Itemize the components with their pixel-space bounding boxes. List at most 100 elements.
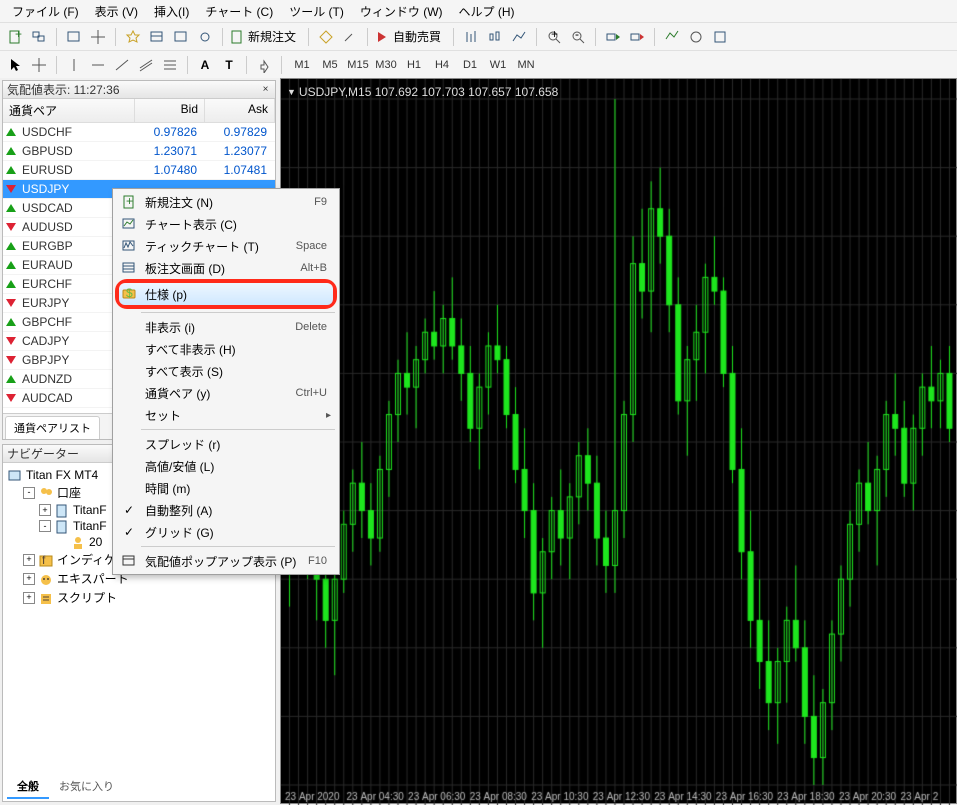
menu-chart[interactable]: チャート (C) xyxy=(197,1,281,22)
context-item[interactable]: 自動整列 (A) xyxy=(115,499,337,521)
context-item[interactable]: 非表示 (i)Delete xyxy=(115,316,337,338)
cursor-button[interactable] xyxy=(4,54,26,75)
vline-button[interactable] xyxy=(63,54,85,75)
hline-button[interactable] xyxy=(87,54,109,75)
line-chart-icon xyxy=(511,29,527,45)
tester-button[interactable] xyxy=(194,26,216,47)
panel-close-button[interactable]: × xyxy=(259,83,272,96)
zoom-out-button[interactable]: - xyxy=(567,26,589,47)
arrows-button[interactable] xyxy=(253,54,275,75)
check-icon xyxy=(119,525,139,539)
line-chart-button[interactable] xyxy=(508,26,530,47)
chart-icon xyxy=(119,216,139,232)
context-label: 仕様 (p) xyxy=(139,286,333,303)
channel-button[interactable] xyxy=(135,54,157,75)
context-accelerator: F10 xyxy=(308,555,333,567)
timeframe-m5[interactable]: M5 xyxy=(316,55,344,75)
context-item[interactable]: グリッド (G) xyxy=(115,521,337,543)
timeframe-m15[interactable]: M15 xyxy=(344,55,372,75)
col-symbol[interactable]: 通貨ペア xyxy=(3,99,135,122)
context-item[interactable]: 高値/安値 (L) xyxy=(115,455,337,477)
market-watch-button[interactable] xyxy=(63,26,85,47)
tab-symbol-list[interactable]: 通貨ペアリスト xyxy=(5,416,100,439)
auto-scroll-button[interactable] xyxy=(602,26,624,47)
context-item[interactable]: +新規注文 (N)F9 xyxy=(115,191,337,213)
context-item[interactable]: 気配値ポップアップ表示 (P)F10 xyxy=(115,550,337,572)
separator xyxy=(453,28,454,46)
crosshair-button[interactable] xyxy=(87,26,109,47)
context-item[interactable]: すべて表示 (S) xyxy=(115,360,337,382)
tree-expander[interactable]: - xyxy=(39,520,51,532)
chart-shift-button[interactable] xyxy=(626,26,648,47)
doc-icon xyxy=(54,519,70,533)
tab-general[interactable]: 全般 xyxy=(7,775,49,799)
symbol-row-usdchf[interactable]: USDCHF0.978260.97829 xyxy=(3,123,275,142)
data-window-button[interactable] xyxy=(146,26,168,47)
crosshair2-button[interactable] xyxy=(28,54,50,75)
symbol-label: USDCHF xyxy=(22,125,72,139)
bar-chart-button[interactable] xyxy=(460,26,482,47)
context-label: すべて非表示 (H) xyxy=(139,341,333,358)
timeframe-h1[interactable]: H1 xyxy=(400,55,428,75)
context-accelerator: Space xyxy=(296,240,333,252)
menu-insert[interactable]: 挿入(I) xyxy=(146,1,197,22)
candle-chart-button[interactable] xyxy=(484,26,506,47)
text-label-button[interactable]: T xyxy=(218,54,240,75)
menu-view[interactable]: 表示 (V) xyxy=(87,1,146,22)
timeframe-w1[interactable]: W1 xyxy=(484,55,512,75)
indicators-button[interactable] xyxy=(661,26,683,47)
terminal-button[interactable] xyxy=(170,26,192,47)
menu-file[interactable]: ファイル (F) xyxy=(4,1,87,22)
trendline-button[interactable] xyxy=(111,54,133,75)
templates-button[interactable] xyxy=(709,26,731,47)
zoom-in-button[interactable]: + xyxy=(543,26,565,47)
meta-editor-button[interactable] xyxy=(315,26,337,47)
context-item[interactable]: $仕様 (p) xyxy=(115,279,337,309)
col-bid[interactable]: Bid xyxy=(135,99,205,122)
context-item[interactable]: スプレッド (r) xyxy=(115,433,337,455)
menu-tool[interactable]: ツール (T) xyxy=(281,1,352,22)
menu-window[interactable]: ウィンドウ (W) xyxy=(352,1,451,22)
nav-button[interactable] xyxy=(122,26,144,47)
document-plus-icon: + xyxy=(7,29,23,45)
context-item[interactable]: セット xyxy=(115,404,337,426)
timeframe-mn[interactable]: MN xyxy=(512,55,540,75)
tree-item[interactable]: +スクリプト xyxy=(7,588,271,607)
arrow-down-icon xyxy=(5,392,19,404)
periods-button[interactable] xyxy=(685,26,707,47)
arrow-up-icon xyxy=(5,373,19,385)
tree-expander[interactable]: - xyxy=(23,487,35,499)
tree-expander[interactable]: + xyxy=(23,573,35,585)
timeframe-m30[interactable]: M30 xyxy=(372,55,400,75)
separator xyxy=(595,28,596,46)
tree-expander[interactable]: + xyxy=(23,592,35,604)
tab-favorites[interactable]: お気に入り xyxy=(49,775,124,799)
auto-trading-button[interactable]: 自動売買 xyxy=(374,28,447,45)
context-item[interactable]: チャート表示 (C) xyxy=(115,213,337,235)
profiles-button[interactable] xyxy=(28,26,50,47)
context-item[interactable]: すべて非表示 (H) xyxy=(115,338,337,360)
text-button[interactable]: A xyxy=(194,54,216,75)
context-item[interactable]: 通貨ペア (y)Ctrl+U xyxy=(115,382,337,404)
symbol-row-eurusd[interactable]: EURUSD1.074801.07481 xyxy=(3,161,275,180)
candlestick-chart[interactable] xyxy=(281,79,957,805)
tree-expander[interactable]: + xyxy=(23,554,35,566)
symbol-row-gbpusd[interactable]: GBPUSD1.230711.23077 xyxy=(3,142,275,161)
new-order-button[interactable]: 新規注文 xyxy=(229,28,302,45)
context-item[interactable]: 板注文画面 (D)Alt+B xyxy=(115,257,337,279)
col-ask[interactable]: Ask xyxy=(205,99,275,122)
timeframe-h4[interactable]: H4 xyxy=(428,55,456,75)
context-item[interactable]: 時間 (m) xyxy=(115,477,337,499)
timeframe-m1[interactable]: M1 xyxy=(288,55,316,75)
options-button[interactable] xyxy=(339,26,361,47)
chart-area[interactable]: ▼ USDJPY,M15 107.692 107.703 107.657 107… xyxy=(280,78,957,804)
tree-label: TitanF xyxy=(73,519,107,533)
context-item[interactable]: ティックチャート (T)Space xyxy=(115,235,337,257)
new-chart-button[interactable]: + xyxy=(4,26,26,47)
fibo-button[interactable] xyxy=(159,54,181,75)
timeframe-d1[interactable]: D1 xyxy=(456,55,484,75)
tree-expander[interactable]: + xyxy=(39,504,51,516)
menu-help[interactable]: ヘルプ (H) xyxy=(451,1,523,22)
ask-value: 1.07481 xyxy=(203,163,273,177)
tree-label: TitanF xyxy=(73,503,107,517)
